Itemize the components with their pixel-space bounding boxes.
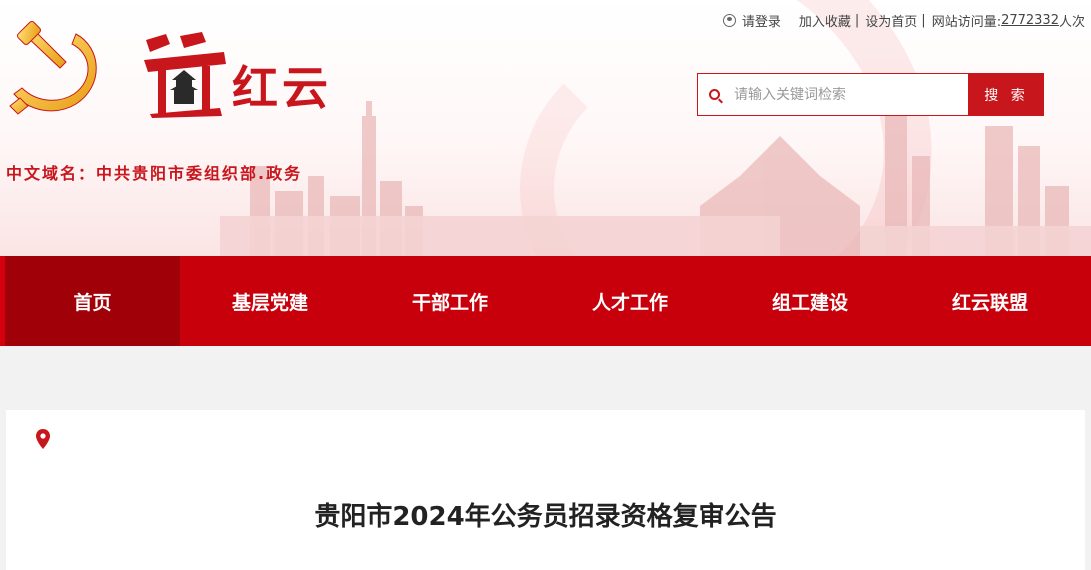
party-emblem-logo xyxy=(9,21,97,115)
chinese-domain-name: 中文域名：中共贵阳市委组织部.政务 xyxy=(6,164,303,183)
search-button[interactable]: 搜 索 xyxy=(969,73,1044,116)
top-utility-links: 请登录 加入收藏 | 设为首页 | 网站访问量: 2772332 人次 xyxy=(722,11,1085,30)
login-link[interactable]: 请登录 xyxy=(722,11,781,30)
login-label: 请登录 xyxy=(741,15,781,30)
visits-count: 2772332 xyxy=(1001,13,1059,28)
nav-item-talent-work[interactable]: 人才工作 xyxy=(540,256,720,346)
separator: | xyxy=(854,13,860,28)
user-icon xyxy=(722,14,736,27)
search-bar: 搜 索 xyxy=(697,73,1044,116)
map-pin-icon xyxy=(36,429,50,449)
nav-item-home[interactable]: 首页 xyxy=(0,256,180,346)
search-icon xyxy=(709,89,720,100)
brand-name: 红云 xyxy=(232,61,332,115)
separator: | xyxy=(921,13,926,28)
article-card: 贵阳市2024年公务员招录资格复审公告 xyxy=(6,410,1085,570)
nav-item-hongyun-alliance[interactable]: 红云联盟 xyxy=(900,256,1080,346)
visits-unit: 人次 xyxy=(1058,15,1085,30)
search-input[interactable] xyxy=(732,85,956,104)
article-title: 贵阳市2024年公务员招录资格复审公告 xyxy=(314,502,777,532)
nav-item-cadre-work[interactable]: 干部工作 xyxy=(360,256,540,346)
search-box xyxy=(697,73,969,116)
nav-item-organization-building[interactable]: 组工建设 xyxy=(720,256,900,346)
brand-calligraphy-logo xyxy=(144,32,226,118)
add-favorite-link[interactable]: 加入收藏 xyxy=(799,11,851,30)
nav-item-grassroots-party-building[interactable]: 基层党建 xyxy=(180,256,360,346)
set-homepage-link[interactable]: 设为首页 xyxy=(865,11,917,30)
main-navigation: 首页 基层党建 干部工作 人才工作 组工建设 红云联盟 xyxy=(0,256,1091,346)
visits-label: 网站访问量: xyxy=(931,15,1002,30)
site-header: 红云 中文域名：中共贵阳市委组织部.政务 请登录 加入收藏 | 设为首页 | 网… xyxy=(0,0,1091,256)
